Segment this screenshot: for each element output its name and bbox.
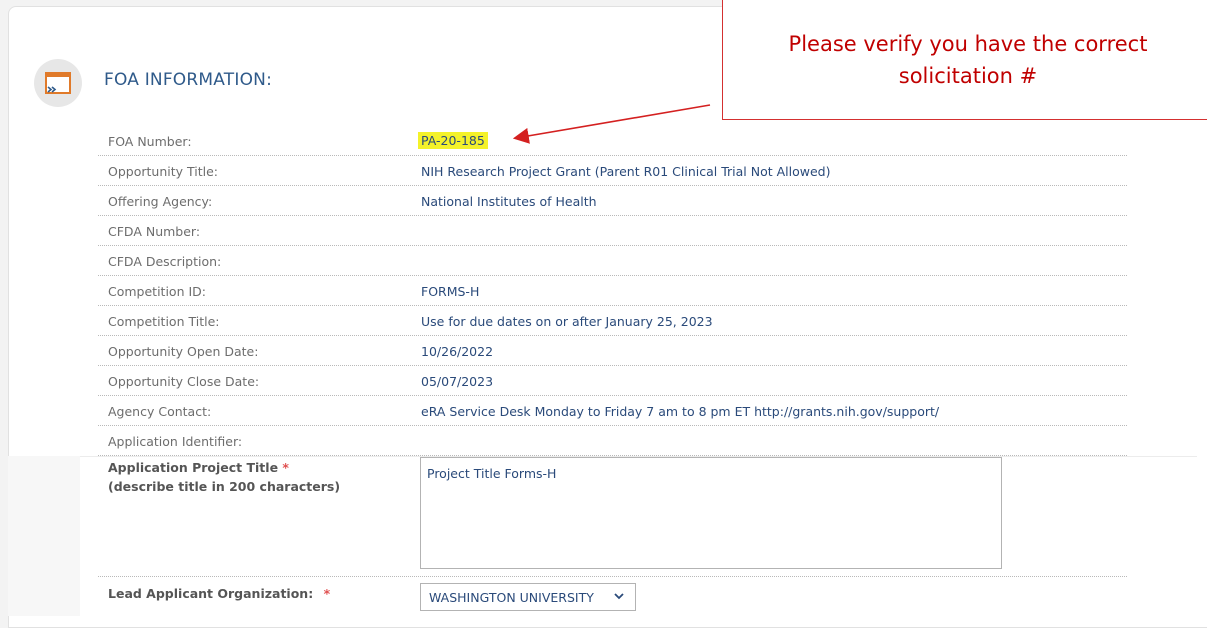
window-icon <box>45 72 71 94</box>
project-title-textarea[interactable]: Project Title Forms-H <box>420 457 1002 569</box>
org-label: Lead Applicant Organization: <box>108 586 314 601</box>
row-label: CFDA Description: <box>108 254 222 269</box>
required-marker: * <box>282 460 289 475</box>
required-marker: * <box>323 586 331 601</box>
project-title-label: Application Project Title <box>108 460 279 475</box>
row-foa-number: FOA Number: PA-20-185 <box>98 126 1127 156</box>
row-application-identifier: Application Identifier: <box>98 426 1127 456</box>
row-value: 10/26/2022 <box>421 344 494 359</box>
organization-select[interactable]: WASHINGTON UNIVERSITY <box>420 583 636 611</box>
row-offering-agency: Offering Agency: National Institutes of … <box>98 186 1127 216</box>
org-label-block: Lead Applicant Organization: * <box>108 584 330 603</box>
row-value: NIH Research Project Grant (Parent R01 C… <box>421 164 831 179</box>
row-cfda-number: CFDA Number: <box>98 216 1127 246</box>
row-label: Competition ID: <box>108 284 206 299</box>
row-competition-title: Competition Title: Use for due dates on … <box>98 306 1127 336</box>
foa-number-value: PA-20-185 <box>418 132 488 149</box>
row-label: Agency Contact: <box>108 404 212 419</box>
row-agency-contact: Agency Contact: eRA Service Desk Monday … <box>98 396 1127 426</box>
row-label: Opportunity Title: <box>108 164 218 179</box>
chevron-down-icon <box>614 593 624 600</box>
row-label: CFDA Number: <box>108 224 201 239</box>
row-open-date: Opportunity Open Date: 10/26/2022 <box>98 336 1127 366</box>
row-label: FOA Number: <box>108 134 192 149</box>
row-value: Use for due dates on or after January 25… <box>421 314 713 329</box>
project-title-value: Project Title Forms-H <box>427 466 557 481</box>
section-icon-badge <box>34 59 82 107</box>
form-divider <box>98 576 1127 577</box>
row-opportunity-title: Opportunity Title: NIH Research Project … <box>98 156 1127 186</box>
row-label: Application Identifier: <box>108 434 243 449</box>
row-close-date: Opportunity Close Date: 05/07/2023 <box>98 366 1127 396</box>
foa-details-list: FOA Number: PA-20-185 Opportunity Title:… <box>98 126 1127 456</box>
row-competition-id: Competition ID: FORMS-H <box>98 276 1127 306</box>
section-title: FOA INFORMATION: <box>104 70 272 90</box>
row-value: eRA Service Desk Monday to Friday 7 am t… <box>421 404 940 419</box>
row-label: Opportunity Open Date: <box>108 344 259 359</box>
row-value: National Institutes of Health <box>421 194 597 209</box>
row-label: Opportunity Close Date: <box>108 374 260 389</box>
row-value: 05/07/2023 <box>421 374 494 389</box>
annotation-callout: Please verify you have the correct solic… <box>722 0 1207 120</box>
organization-selected-value: WASHINGTON UNIVERSITY <box>429 590 594 605</box>
callout-line-2: solicitation # <box>898 64 1038 88</box>
row-value: FORMS-H <box>421 284 480 299</box>
row-cfda-description: CFDA Description: <box>98 246 1127 276</box>
project-title-hint: (describe title in 200 characters) <box>108 479 341 494</box>
row-label: Competition Title: <box>108 314 220 329</box>
callout-text: Please verify you have the correct solic… <box>743 28 1193 92</box>
callout-line-1: Please verify you have the correct <box>788 32 1148 56</box>
project-title-label-block: Application Project Title * (describe ti… <box>108 458 340 496</box>
form-margin <box>8 456 80 616</box>
row-label: Offering Agency: <box>108 194 213 209</box>
